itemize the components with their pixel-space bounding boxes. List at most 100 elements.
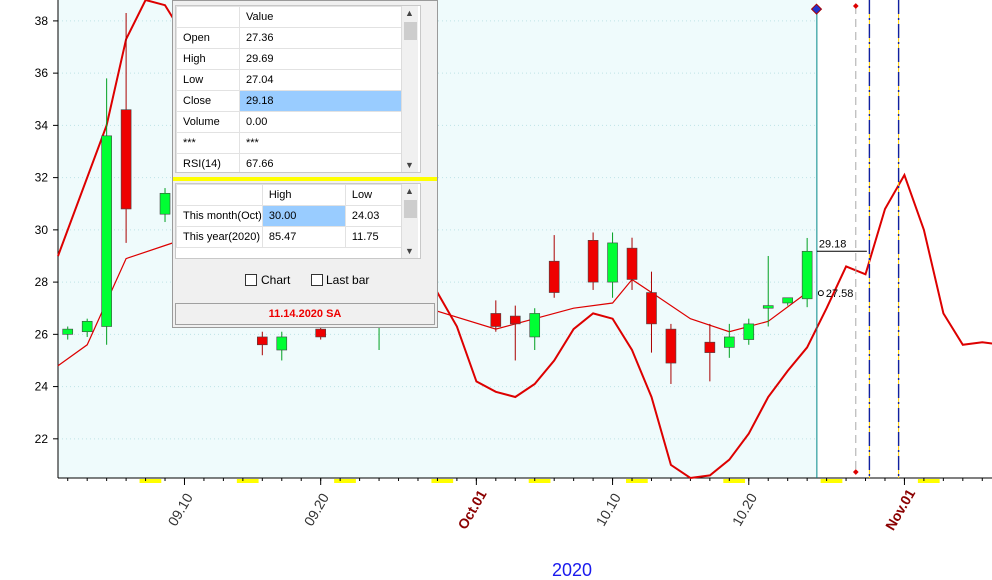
y-tick-label: 22 xyxy=(35,432,49,446)
quote-header-blank xyxy=(176,6,240,28)
x-tick-label: 09.20 xyxy=(301,490,332,529)
y-tick-label: 24 xyxy=(35,380,49,394)
range-header-high: High xyxy=(261,184,346,206)
weekend-block xyxy=(626,479,648,483)
candle-body[interactable] xyxy=(724,336,735,348)
quote-value: 0.00 xyxy=(239,111,403,133)
lastbar-checkbox-label[interactable]: Last bar xyxy=(326,273,369,287)
weekend-block xyxy=(820,479,843,483)
range-label: This month(Oct) xyxy=(176,205,263,227)
quote-value: 27.04 xyxy=(239,69,403,91)
range-row[interactable]: This month(Oct) 30.00 24.03 xyxy=(176,205,417,227)
scroll-up-icon[interactable]: ▲ xyxy=(405,8,414,18)
quote-grid: Value Open 27.36 High 29.69 Low 27.04 Close 29.… xyxy=(175,5,421,173)
quote-label: *** xyxy=(176,132,240,154)
quote-value: 27.36 xyxy=(239,27,403,49)
quote-value: 29.18 xyxy=(239,90,403,112)
range-high: 85.47 xyxy=(261,226,346,248)
candle-body[interactable] xyxy=(801,250,813,300)
y-tick-label: 38 xyxy=(35,14,49,28)
range-header-blank xyxy=(176,184,263,206)
candle-body[interactable] xyxy=(646,292,657,325)
quote-row[interactable]: Close 29.18 xyxy=(176,90,403,112)
scroll-thumb[interactable] xyxy=(404,200,417,218)
candle-body[interactable] xyxy=(159,192,171,215)
x-tick-label: 09.10 xyxy=(164,490,195,529)
weekend-block xyxy=(917,479,940,483)
candle-body[interactable] xyxy=(490,313,502,327)
range-table: High Low This month(Oct) 30.00 24.03 This y… xyxy=(176,184,417,248)
candle-body[interactable] xyxy=(607,242,618,283)
close-price-label: 29.18 xyxy=(819,238,847,250)
x-tick-label: Oct.01 xyxy=(454,487,489,532)
range-grid: High Low This month(Oct) 30.00 24.03 This y… xyxy=(175,183,421,259)
y-tick-label: 30 xyxy=(35,223,49,237)
quote-value: *** xyxy=(239,132,403,154)
candle-body[interactable] xyxy=(120,109,132,210)
scroll-up-icon[interactable]: ▲ xyxy=(405,186,414,196)
chart-checkbox[interactable] xyxy=(245,274,257,286)
x-tick-label: 10.10 xyxy=(593,490,624,529)
candle[interactable] xyxy=(587,232,599,290)
scroll-down-icon[interactable]: ▼ xyxy=(405,246,414,256)
quote-table: Value Open 27.36 High 29.69 Low 27.04 Close 29.… xyxy=(176,6,403,172)
scroll-down-icon[interactable]: ▼ xyxy=(405,160,414,170)
quote-scrollbar[interactable]: ▲ ▼ xyxy=(401,6,418,172)
weekend-block xyxy=(139,479,162,483)
range-label: This year(2020) xyxy=(176,226,263,248)
options-row: Chart Last bar xyxy=(173,265,437,299)
weekend-block xyxy=(431,479,454,483)
y-tick-label: 26 xyxy=(35,327,49,341)
scroll-thumb[interactable] xyxy=(404,22,417,40)
y-tick-label: 36 xyxy=(35,66,49,80)
info-panel: Value Open 27.36 High 29.69 Low 27.04 Close 29.… xyxy=(172,0,438,328)
candle-body[interactable] xyxy=(101,135,112,327)
range-row[interactable]: This year(2020) 85.47 11.75 xyxy=(176,226,417,248)
price-chart[interactable]: 22 24 26 28 30 32 34 36 38 09.10 09.20 Oct.01 10.10… xyxy=(0,0,992,580)
candle-body[interactable] xyxy=(62,328,74,335)
candle-body[interactable] xyxy=(257,336,268,346)
quote-label: Volume xyxy=(176,111,240,133)
x-tick-label: 10.20 xyxy=(729,490,760,529)
range-scrollbar[interactable]: ▲ ▼ xyxy=(401,184,418,258)
quote-label: Close xyxy=(176,90,240,112)
weekend-block xyxy=(334,479,356,483)
weekend-markers xyxy=(139,479,940,483)
candle-body[interactable] xyxy=(548,260,560,293)
weekend-block xyxy=(528,479,551,483)
candle-body[interactable] xyxy=(509,315,521,325)
x-tick-label: Nov.01 xyxy=(882,486,918,533)
year-label: 2020 xyxy=(552,560,592,580)
candle-body[interactable] xyxy=(276,336,288,351)
candle-body[interactable] xyxy=(665,328,677,364)
quote-row[interactable]: High 29.69 xyxy=(176,48,403,70)
quote-row[interactable]: *** *** xyxy=(176,132,403,154)
weekend-block xyxy=(723,479,746,483)
candle-body[interactable] xyxy=(762,305,774,309)
y-tick-label: 34 xyxy=(35,118,49,132)
candle-body[interactable] xyxy=(782,297,793,304)
quote-value: 29.69 xyxy=(239,48,403,70)
candle-body[interactable] xyxy=(743,323,755,340)
candle-body[interactable] xyxy=(315,328,326,338)
status-bar: 11.14.2020 SA xyxy=(175,303,435,325)
quote-label: RSI(14) xyxy=(176,153,240,172)
open-price-label: 27.58 xyxy=(826,288,854,300)
lastbar-checkbox[interactable] xyxy=(311,274,323,286)
chart-checkbox-label[interactable]: Chart xyxy=(261,273,290,287)
quote-value: 67.66 xyxy=(239,153,403,172)
candle-body[interactable] xyxy=(704,341,716,353)
candle-body[interactable] xyxy=(626,247,638,280)
quote-row[interactable]: Volume 0.00 xyxy=(176,111,403,133)
quote-row[interactable]: Low 27.04 xyxy=(176,69,403,91)
panel-divider[interactable] xyxy=(173,177,437,181)
quote-label: Low xyxy=(176,69,240,91)
candle-body[interactable] xyxy=(587,240,599,283)
quote-row[interactable]: Open 27.36 xyxy=(176,27,403,49)
candle-body[interactable] xyxy=(529,313,541,338)
candle-body[interactable] xyxy=(81,320,93,333)
quote-row[interactable]: RSI(14) 67.66 xyxy=(176,153,403,172)
quote-header-value: Value xyxy=(239,6,403,28)
weekend-block xyxy=(236,479,259,483)
y-tick-label: 32 xyxy=(35,171,49,185)
